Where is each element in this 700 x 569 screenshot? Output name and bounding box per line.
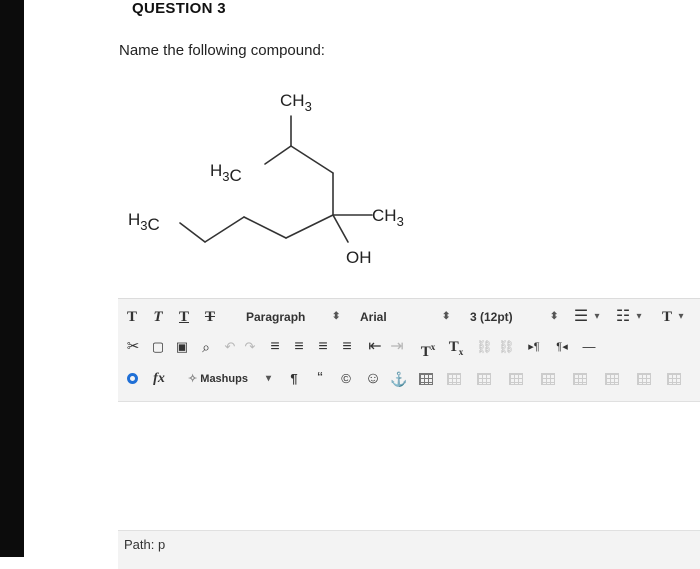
font-family-select-label: Arial <box>360 310 387 324</box>
align-left-icon[interactable]: ≡ <box>266 335 284 359</box>
bond-oh <box>332 214 349 243</box>
paste-icon[interactable]: ▣ <box>174 335 190 359</box>
table-icon <box>419 373 433 385</box>
mashups-dropdown[interactable]: ✧ Mashups ▾ <box>188 367 272 391</box>
table-split-button[interactable] <box>636 367 652 391</box>
insert-table-button[interactable] <box>418 367 434 391</box>
unlink-icon[interactable]: ⛓ <box>498 335 515 359</box>
special-character-button[interactable]: © <box>338 367 354 391</box>
chevron-down-icon: ▾ <box>266 373 272 384</box>
ltr-button[interactable]: ▸¶ <box>522 335 546 359</box>
table-icon <box>667 373 681 385</box>
bond-h3c-mid <box>264 145 292 165</box>
circle-plus-icon <box>126 373 138 384</box>
subscript-label: T <box>448 339 459 355</box>
answer-text-area[interactable] <box>118 401 700 531</box>
bond-left-2 <box>204 216 245 243</box>
rtl-button[interactable]: ¶◂ <box>550 335 574 359</box>
question-prompt: Name the following compound: <box>119 42 325 59</box>
table-row-after-button[interactable] <box>476 367 492 391</box>
paragraph-select-label: Paragraph <box>246 310 306 324</box>
select-arrows-icon: ⬍ <box>442 311 451 322</box>
font-family-select[interactable]: Arial ⬍ <box>360 305 452 329</box>
bond-left-1 <box>179 222 206 243</box>
select-arrows-icon: ⬍ <box>550 311 559 322</box>
undo-icon[interactable]: ↶ <box>222 335 238 359</box>
add-content-button[interactable] <box>124 367 140 391</box>
toolbar-row-2: ✂ ▢ ▣ ⌕ ↶ ↷ ≡ ≡ ≡ ≡ ⇤ ⇥ Tx Tx ⛓ ⛓ ▸¶ ¶◂ … <box>118 333 700 361</box>
table-delete-col-button[interactable] <box>604 367 620 391</box>
chemical-structure: CH3 H3C H3C CH3 OH <box>128 91 404 267</box>
mashups-icon: ✧ <box>188 373 198 385</box>
path-label: Path: <box>124 537 155 552</box>
table-merge-button[interactable] <box>666 367 682 391</box>
outdent-icon[interactable]: ⇤ <box>366 335 384 359</box>
bond-left-3 <box>243 216 287 239</box>
font-size-select-label: 3 (12pt) <box>470 310 513 324</box>
table-icon <box>573 373 587 385</box>
path-bar: Path: p <box>124 537 165 552</box>
mashups-label: Mashups <box>200 373 248 385</box>
table-icon <box>605 373 619 385</box>
find-icon[interactable]: ⌕ <box>198 335 214 359</box>
table-icon <box>509 373 523 385</box>
toolbar-row-1: T T T T Paragraph ⬍ Arial ⬍ 3 (12pt) ⬍ ☰… <box>118 303 700 331</box>
copy-icon[interactable]: ▢ <box>150 335 166 359</box>
label-h3c-mid: H3C <box>210 161 242 185</box>
bond-to-quaternary <box>285 214 334 239</box>
chevron-down-icon[interactable]: ▾ <box>676 305 686 329</box>
table-icon <box>541 373 555 385</box>
link-icon[interactable]: ⛓ <box>476 335 493 359</box>
strikethrough-button[interactable]: T <box>202 305 218 329</box>
redo-icon[interactable]: ↷ <box>242 335 258 359</box>
superscript-label: T <box>420 344 431 360</box>
subscript-button[interactable]: Tx <box>446 335 466 359</box>
label-h3c-left: H3C <box>128 210 160 234</box>
emoticons-button[interactable]: ☺ <box>364 367 382 391</box>
toolbar-row-3: fx ✧ Mashups ▾ ¶ “ © ☺ ⚓ <box>118 365 700 393</box>
table-delete-row-button[interactable] <box>508 367 524 391</box>
numbered-list-icon[interactable]: ☷ <box>612 305 634 329</box>
paragraph-mark-button[interactable]: ¶ <box>286 367 302 391</box>
table-icon <box>477 373 491 385</box>
italic-button[interactable]: T <box>150 305 166 329</box>
align-right-icon[interactable]: ≡ <box>314 335 332 359</box>
label-top-ch3: CH3 <box>280 91 312 114</box>
table-col-after-button[interactable] <box>572 367 588 391</box>
paragraph-select[interactable]: Paragraph ⬍ <box>246 305 341 329</box>
indent-icon[interactable]: ⇥ <box>388 335 406 359</box>
bullet-list-icon[interactable]: ☰ <box>570 305 592 329</box>
bond-vertical-chain <box>290 145 334 174</box>
align-justify-icon[interactable]: ≡ <box>338 335 356 359</box>
anchor-button[interactable]: ⚓ <box>390 367 407 391</box>
bold-button[interactable]: T <box>124 305 140 329</box>
table-icon <box>447 373 461 385</box>
path-value[interactable]: p <box>158 537 165 552</box>
horizontal-rule-icon[interactable]: — <box>580 335 598 359</box>
text-color-button[interactable]: T <box>658 305 676 329</box>
font-size-select[interactable]: 3 (12pt) ⬍ <box>470 305 562 329</box>
rich-text-editor: T T T T Paragraph ⬍ Arial ⬍ 3 (12pt) ⬍ ☰… <box>118 298 700 569</box>
cut-icon[interactable]: ✂ <box>124 335 142 359</box>
align-center-icon[interactable]: ≡ <box>290 335 308 359</box>
blockquote-button[interactable]: “ <box>312 367 328 391</box>
table-col-before-button[interactable] <box>540 367 556 391</box>
chevron-down-icon[interactable]: ▾ <box>592 305 602 329</box>
label-oh: OH <box>346 248 372 267</box>
select-arrows-icon: ⬍ <box>332 311 341 322</box>
chevron-down-icon[interactable]: ▾ <box>634 305 644 329</box>
left-dark-edge <box>0 0 24 557</box>
table-icon <box>637 373 651 385</box>
superscript-button[interactable]: Tx <box>418 335 438 360</box>
question-title: QUESTION 3 <box>132 0 226 17</box>
label-ch3-right: CH3 <box>372 206 404 229</box>
math-equation-button[interactable]: fx <box>148 367 170 391</box>
table-row-before-button[interactable] <box>446 367 462 391</box>
underline-button[interactable]: T <box>176 305 192 329</box>
